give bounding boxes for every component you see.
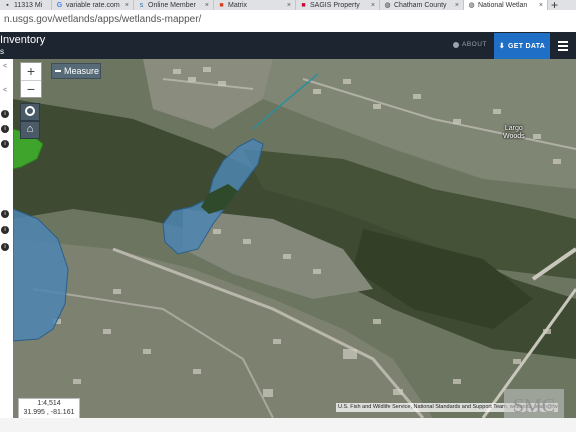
page-icon: ▪ — [6, 1, 9, 9]
new-tab-button[interactable]: + — [551, 0, 558, 10]
browser-tab[interactable]: ▪ 11313 Mi — [0, 0, 52, 10]
page-bottom — [0, 418, 576, 432]
close-tab-icon[interactable]: × — [455, 2, 459, 9]
globe-icon: ◍ — [468, 1, 475, 9]
info-icon[interactable]: i — [1, 125, 9, 133]
scale-text: 1:4,514 — [37, 400, 61, 407]
url-text[interactable]: n.usgs.gov/wetlands/apps/wetlands-mapper… — [4, 14, 201, 25]
measure-button[interactable]: Measure — [51, 63, 101, 79]
browser-tab-bar: ▪ 11313 Mi G variable rate.com × s Onlin… — [0, 0, 576, 10]
browser-tab[interactable]: ■ Matrix × — [214, 0, 296, 10]
browser-tab[interactable]: ■ SAGIS Property × — [296, 0, 380, 10]
browser-tab[interactable]: s Online Member × — [134, 0, 214, 10]
locate-button[interactable] — [20, 103, 40, 121]
coordinates-text: 31.995 , -81.161 — [23, 409, 75, 416]
info-icon[interactable]: i — [1, 243, 9, 251]
info-icon[interactable]: i — [1, 226, 9, 234]
matrix-icon: ■ — [219, 1, 224, 9]
zoom-control: + − — [20, 62, 42, 98]
zoom-out-button[interactable]: − — [21, 81, 41, 98]
locate-icon — [25, 106, 35, 116]
home-icon: ⌂ — [26, 123, 34, 135]
close-tab-icon[interactable]: × — [125, 2, 129, 9]
address-bar[interactable]: n.usgs.gov/wetlands/apps/wetlands-mapper… — [0, 10, 576, 33]
download-icon: ⬇ — [498, 43, 506, 50]
info-icon[interactable]: i — [1, 210, 9, 218]
scale-coordinates-box: 1:4,514 31.995 , -81.161 — [18, 398, 80, 420]
about-link[interactable]: ABOUT — [453, 41, 487, 48]
home-button[interactable]: ⌂ — [20, 121, 40, 139]
app-title: Inventory s — [0, 34, 46, 56]
zoom-in-button[interactable]: + — [21, 63, 41, 81]
menu-icon — [558, 41, 568, 43]
info-icon[interactable]: i — [1, 140, 9, 148]
satellite-imagery — [13, 59, 576, 418]
close-tab-icon[interactable]: × — [539, 2, 543, 9]
site-icon: ■ — [301, 1, 306, 9]
google-icon: G — [56, 1, 63, 9]
place-label: Largo Woods — [503, 125, 525, 140]
browser-tab-active[interactable]: ◍ National Wetlan × — [464, 0, 548, 10]
info-icon[interactable]: i — [1, 110, 9, 118]
close-tab-icon[interactable]: × — [371, 2, 375, 9]
info-icon — [453, 41, 459, 48]
close-tab-icon[interactable]: × — [205, 2, 209, 9]
measure-icon — [55, 70, 61, 72]
globe-icon: ◍ — [384, 1, 391, 9]
app-header: Inventory s ABOUT — [0, 32, 576, 59]
menu-button[interactable] — [550, 33, 576, 59]
collapse-arrow-icon[interactable]: < — [3, 87, 7, 94]
map-view[interactable]: Largo Woods — [13, 59, 576, 418]
close-tab-icon[interactable]: × — [287, 2, 291, 9]
browser-tab[interactable]: G variable rate.com × — [52, 0, 134, 10]
get-data-button[interactable]: ⬇ GET DATA — [494, 33, 550, 59]
browser-tab[interactable]: ◍ Chatham County × — [380, 0, 464, 10]
svg-text:SMC: SMC — [513, 395, 555, 417]
collapse-arrow-icon[interactable]: < — [3, 63, 7, 70]
site-icon: s — [139, 1, 144, 9]
layer-panel: < < i i i i i i — [0, 59, 14, 418]
